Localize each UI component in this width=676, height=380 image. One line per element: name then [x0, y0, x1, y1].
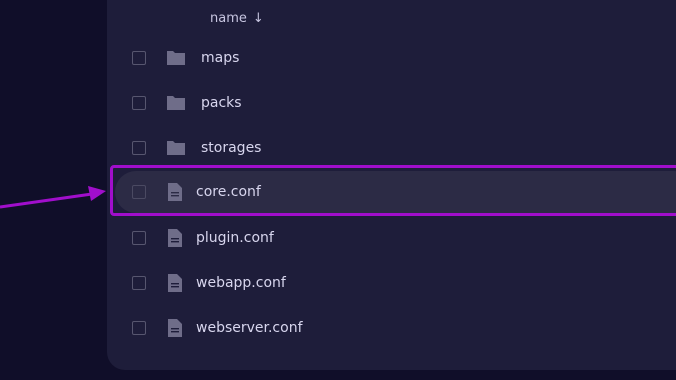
item-name: webserver.conf [196, 320, 303, 336]
list-item[interactable]: plugin.conf [107, 218, 676, 258]
list-item[interactable]: packs [107, 83, 676, 123]
list-item[interactable]: webserver.conf [107, 308, 676, 348]
name-column-header[interactable]: name ↓ [210, 8, 264, 28]
folder-icon [166, 48, 186, 68]
file-icon [165, 182, 185, 202]
folder-icon [166, 138, 186, 158]
sort-descending-icon: ↓ [252, 10, 264, 26]
list-item[interactable]: webapp.conf [107, 263, 676, 303]
file-icon [165, 318, 185, 338]
item-name: packs [201, 95, 242, 111]
file-browser-screen: name ↓ maps packs storages core.conf plu… [0, 0, 676, 380]
row-checkbox[interactable] [132, 96, 146, 110]
row-checkbox[interactable] [132, 231, 146, 245]
list-item-selected[interactable]: core.conf [107, 171, 676, 213]
item-name: webapp.conf [196, 275, 286, 291]
name-column-label: name [210, 10, 247, 26]
row-checkbox[interactable] [132, 141, 146, 155]
list-item[interactable]: maps [107, 38, 676, 78]
row-checkbox[interactable] [132, 321, 146, 335]
item-name: storages [201, 140, 262, 156]
item-name: maps [201, 50, 240, 66]
folder-icon [166, 93, 186, 113]
file-icon [165, 228, 185, 248]
list-item[interactable]: storages [107, 128, 676, 168]
row-checkbox[interactable] [132, 276, 146, 290]
row-checkbox[interactable] [132, 185, 146, 199]
item-name: core.conf [196, 184, 261, 200]
row-checkbox[interactable] [132, 51, 146, 65]
item-name: plugin.conf [196, 230, 274, 246]
file-icon [165, 273, 185, 293]
